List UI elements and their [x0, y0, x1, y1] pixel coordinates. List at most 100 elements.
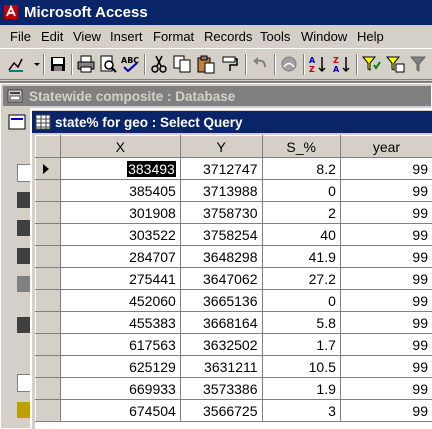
row-selector[interactable] [35, 201, 61, 224]
view-dropdown-icon[interactable] [27, 54, 40, 74]
cell-y[interactable]: 3632502 [179, 333, 263, 356]
cell-year[interactable]: 99 [339, 289, 432, 312]
table-row[interactable]: 674504 3566725 3 99 [35, 399, 432, 422]
cell-year[interactable]: 99 [339, 355, 432, 378]
cell-y[interactable]: 3758254 [179, 223, 263, 246]
row-selector[interactable] [35, 267, 61, 290]
cell-x[interactable]: 625129 [59, 355, 181, 378]
cell-y[interactable]: 3758730 [179, 201, 263, 224]
cell-s-percent[interactable]: 40 [261, 223, 341, 246]
cell-s-percent[interactable]: 2 [261, 201, 341, 224]
cell-s-percent[interactable]: 0 [261, 289, 341, 312]
cell-x[interactable]: 383493 [59, 157, 181, 180]
menu-records[interactable]: Records [204, 28, 252, 45]
menu-window[interactable]: Window [301, 28, 347, 45]
row-selector[interactable] [35, 223, 61, 246]
cell-year[interactable]: 99 [339, 333, 432, 356]
row-selector[interactable] [35, 245, 61, 268]
cell-s-percent[interactable]: 1.9 [261, 377, 341, 400]
row-selector[interactable] [35, 399, 61, 422]
column-header-x[interactable]: X [59, 135, 181, 158]
cell-y[interactable]: 3631211 [179, 355, 263, 378]
database-window-title-bar[interactable]: Statewide composite : Database [3, 86, 431, 106]
column-header-y[interactable]: Y [179, 135, 263, 158]
object-tab[interactable] [17, 192, 31, 208]
select-all-box[interactable] [35, 135, 61, 158]
cell-s-percent[interactable]: 3 [261, 399, 341, 422]
cell-year[interactable]: 99 [339, 223, 432, 246]
table-row[interactable]: 617563 3632502 1.7 99 [35, 333, 432, 356]
cell-x[interactable]: 275441 [59, 267, 181, 290]
cell-s-percent[interactable]: 0 [261, 179, 341, 202]
sort-descending-icon[interactable]: ZA [332, 54, 352, 74]
cell-year[interactable]: 99 [339, 157, 432, 180]
menu-tools[interactable]: Tools [260, 28, 290, 45]
filter-by-form-icon[interactable] [385, 54, 405, 74]
cell-s-percent[interactable]: 8.2 [261, 157, 341, 180]
sort-ascending-icon[interactable]: AZ [308, 54, 328, 74]
menu-view[interactable]: View [73, 28, 101, 45]
apply-filter-icon[interactable] [408, 54, 428, 74]
cell-y[interactable]: 3647062 [179, 267, 263, 290]
cell-s-percent[interactable]: 10.5 [261, 355, 341, 378]
cell-year[interactable]: 99 [339, 377, 432, 400]
table-row[interactable]: 625129 3631211 10.5 99 [35, 355, 432, 378]
table-row[interactable]: 455383 3668164 5.8 99 [35, 311, 432, 334]
cell-s-percent[interactable]: 5.8 [261, 311, 341, 334]
cell-y[interactable]: 3668164 [179, 311, 263, 334]
app-title-bar[interactable]: Microsoft Access [0, 0, 432, 25]
open-icon[interactable] [7, 112, 31, 132]
column-header-year[interactable]: year [339, 135, 432, 158]
menu-file[interactable]: File [10, 28, 31, 45]
view-icon[interactable] [6, 54, 26, 74]
table-row[interactable]: 383493 3712747 8.2 99 [35, 157, 432, 180]
cell-x[interactable]: 452060 [59, 289, 181, 312]
spelling-icon[interactable]: ABC [120, 54, 140, 74]
datasheet-grid[interactable]: X Y S_% year 383493 3712747 8.2 99 385405 371… [35, 135, 432, 429]
row-selector[interactable] [35, 333, 61, 356]
row-selector[interactable] [35, 289, 61, 312]
undo-icon[interactable] [250, 54, 270, 74]
table-row[interactable]: 275441 3647062 27.2 99 [35, 267, 432, 290]
table-row[interactable]: 385405 3713988 0 99 [35, 179, 432, 202]
query-window-title-bar[interactable]: state% for geo : Select Query [32, 111, 432, 133]
cut-icon[interactable] [149, 54, 169, 74]
object-tab[interactable] [17, 220, 31, 236]
cell-y[interactable]: 3573386 [179, 377, 263, 400]
object-tab[interactable] [17, 402, 31, 418]
cell-y[interactable]: 3648298 [179, 245, 263, 268]
cell-y[interactable]: 3566725 [179, 399, 263, 422]
cell-year[interactable]: 99 [339, 245, 432, 268]
save-icon[interactable] [48, 54, 68, 74]
copy-icon[interactable] [172, 54, 192, 74]
cell-year[interactable]: 99 [339, 179, 432, 202]
insert-hyperlink-icon[interactable] [279, 54, 299, 74]
table-row[interactable]: 284707 3648298 41.9 99 [35, 245, 432, 268]
cell-x[interactable]: 455383 [59, 311, 181, 334]
table-row[interactable]: 669933 3573386 1.9 99 [35, 377, 432, 400]
table-row[interactable]: 452060 3665136 0 99 [35, 289, 432, 312]
cell-year[interactable]: 99 [339, 201, 432, 224]
cell-s-percent[interactable]: 1.7 [261, 333, 341, 356]
row-selector[interactable] [35, 179, 61, 202]
cell-x[interactable]: 617563 [59, 333, 181, 356]
row-selector[interactable] [35, 377, 61, 400]
paste-icon[interactable] [196, 54, 216, 74]
row-selector[interactable] [35, 311, 61, 334]
object-tab[interactable] [17, 276, 31, 292]
table-row[interactable]: 301908 3758730 2 99 [35, 201, 432, 224]
cell-x[interactable]: 669933 [59, 377, 181, 400]
row-selector[interactable] [35, 355, 61, 378]
format-painter-icon[interactable] [220, 54, 240, 74]
row-selector[interactable] [35, 157, 61, 180]
print-icon[interactable] [76, 54, 96, 74]
menu-format[interactable]: Format [153, 28, 194, 45]
menu-help[interactable]: Help [357, 28, 384, 45]
cell-x[interactable]: 303522 [59, 223, 181, 246]
object-tab[interactable] [17, 248, 31, 264]
print-preview-icon[interactable] [98, 54, 118, 74]
cell-year[interactable]: 99 [339, 399, 432, 422]
cell-year[interactable]: 99 [339, 267, 432, 290]
cell-x[interactable]: 674504 [59, 399, 181, 422]
menu-insert[interactable]: Insert [110, 28, 143, 45]
